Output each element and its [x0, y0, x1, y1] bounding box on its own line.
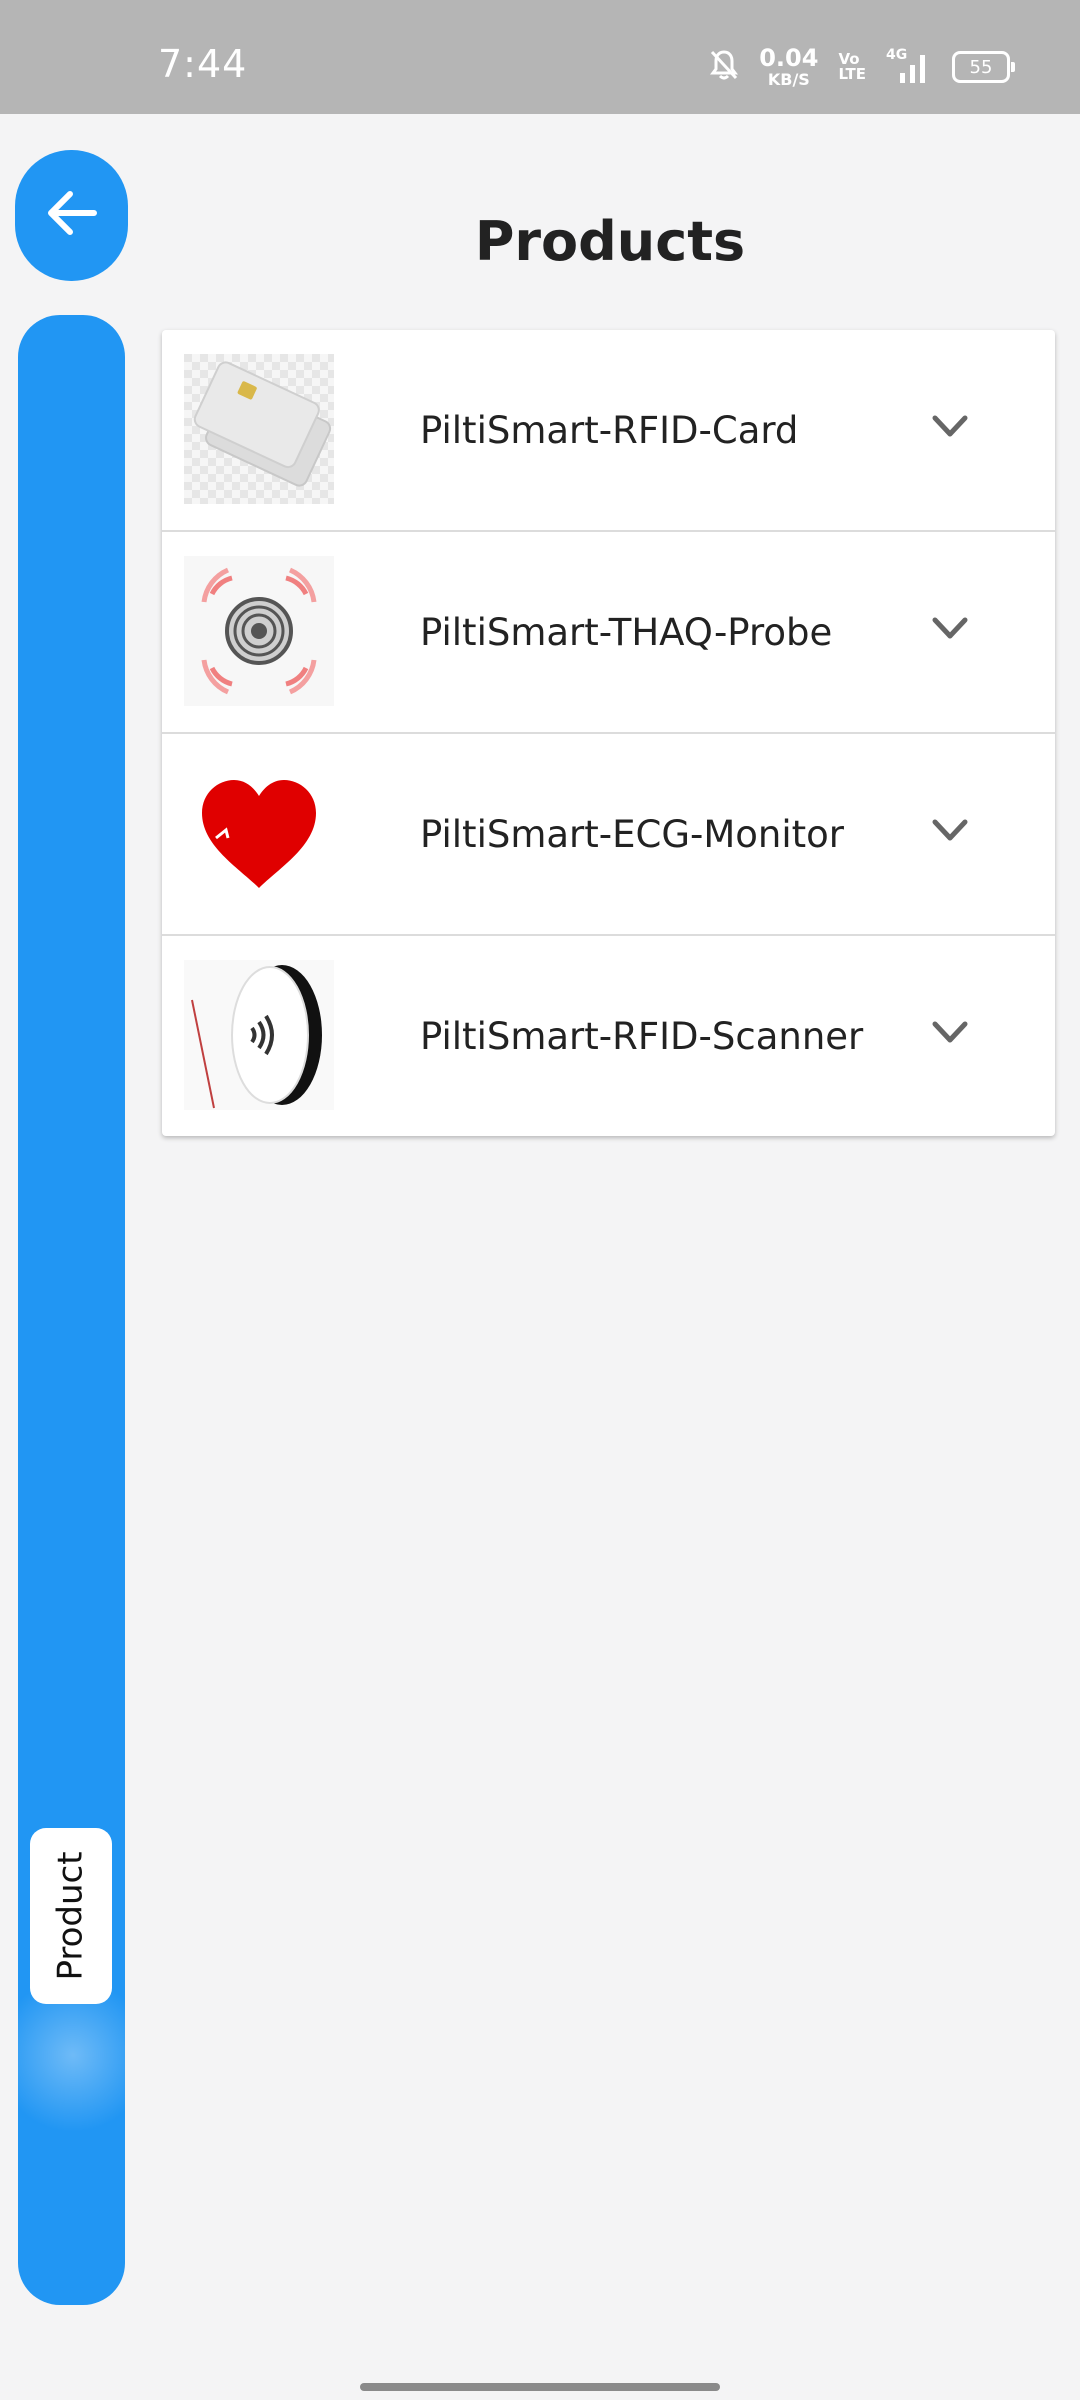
network-type: 4G — [886, 47, 908, 63]
volte-bottom: LTE — [838, 65, 866, 83]
product-row[interactable]: PiltiSmart-ECG-Monitor — [162, 734, 1055, 936]
volte-icon: Vo LTE — [838, 52, 866, 82]
heart-image — [184, 758, 334, 908]
battery-level: 55 — [969, 56, 993, 78]
product-row[interactable]: PiltiSmart-THAQ-Probe — [162, 532, 1055, 734]
status-time: 7:44 — [158, 42, 248, 86]
product-row[interactable]: PiltiSmart-RFID-Scanner — [162, 936, 1055, 1136]
status-icons: 0.04 KB/S Vo LTE 4G 55 — [709, 42, 1015, 92]
product-row[interactable]: PiltiSmart-RFID-Card — [162, 330, 1055, 532]
chevron-down-icon[interactable] — [930, 1018, 970, 1048]
sidebar-tab-product[interactable]: Product — [30, 1828, 112, 2004]
product-name: PiltiSmart-RFID-Card — [420, 408, 799, 452]
product-name: PiltiSmart-ECG-Monitor — [420, 812, 845, 856]
network-speed-value: 0.04 — [759, 44, 819, 72]
product-list: PiltiSmart-RFID-Card PiltiSmart-THAQ-Pro… — [162, 330, 1055, 1136]
page-title: Products — [474, 210, 746, 273]
thaq-probe-image — [184, 556, 334, 706]
rfid-card-image — [184, 354, 334, 504]
arrow-left-icon — [46, 190, 98, 241]
home-indicator[interactable] — [360, 2383, 720, 2391]
sidebar-tab-label: Product — [51, 1851, 91, 1981]
rfid-scanner-image — [184, 960, 334, 1110]
sidebar-rail — [18, 315, 125, 2305]
chevron-down-icon[interactable] — [930, 614, 970, 644]
battery-icon: 55 — [952, 51, 1015, 83]
product-name: PiltiSmart-RFID-Scanner — [420, 1014, 864, 1058]
product-name: PiltiSmart-THAQ-Probe — [420, 610, 833, 654]
network-speed: 0.04 KB/S — [759, 46, 818, 88]
chevron-down-icon[interactable] — [930, 412, 970, 442]
back-button[interactable] — [15, 150, 128, 281]
status-bar: 7:44 0.04 KB/S Vo LTE 4G 55 — [0, 0, 1080, 114]
network-speed-unit: KB/S — [767, 70, 810, 89]
signal-icon: 4G — [886, 47, 932, 87]
chevron-down-icon[interactable] — [930, 816, 970, 846]
bell-off-icon — [709, 49, 739, 86]
